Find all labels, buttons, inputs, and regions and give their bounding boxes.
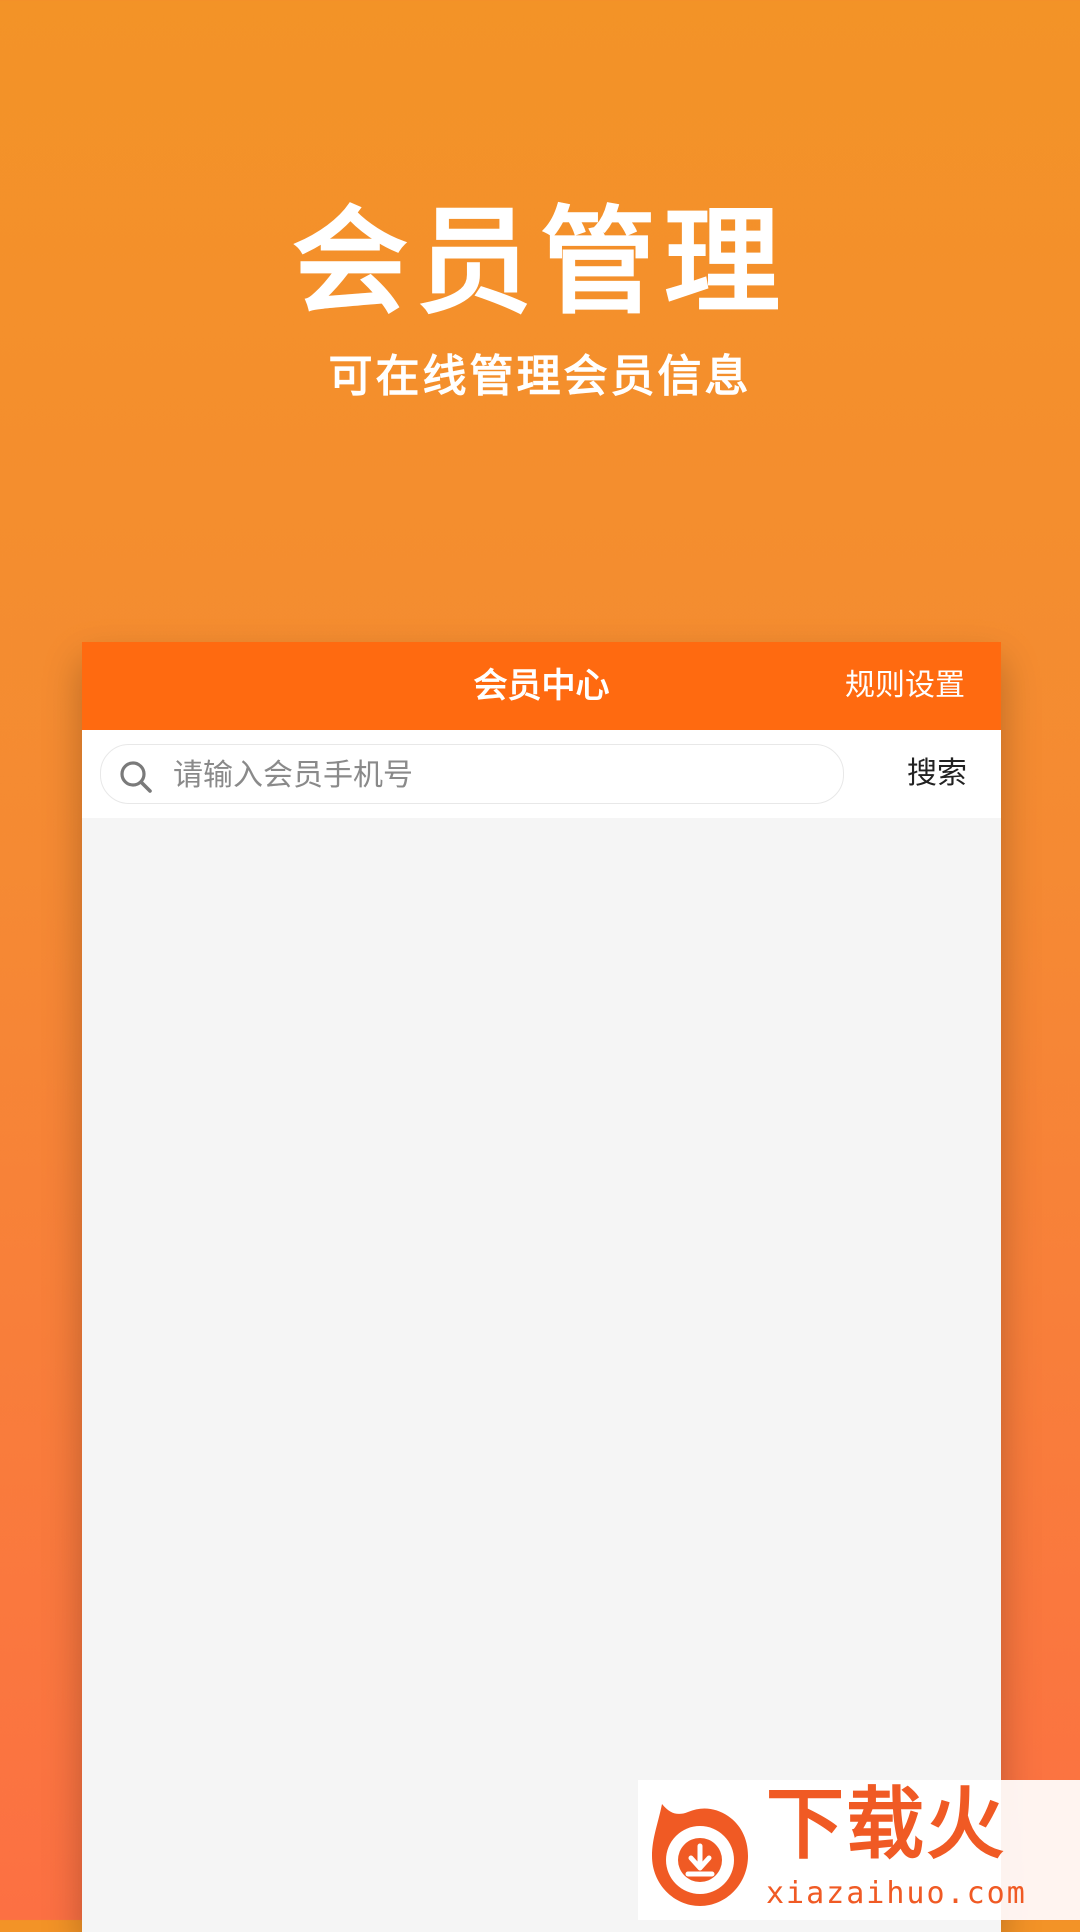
download-flame-logo-icon [652, 1804, 748, 1906]
promo-headline: 会员管理 [292, 195, 788, 330]
search-bar: 搜索 [82, 730, 1001, 819]
watermark-brand: 下载火 [766, 1780, 1007, 1870]
top-app-bar: 会员中心 规则设置 [82, 642, 1001, 730]
member-list-area [82, 818, 1001, 1932]
member-phone-search-input[interactable] [171, 745, 825, 805]
search-button[interactable]: 搜索 [907, 730, 967, 818]
watermark-url: xiazaihuo.com [766, 1876, 1027, 1911]
search-box[interactable] [100, 744, 844, 805]
rules-settings-link[interactable]: 规则设置 [845, 642, 965, 730]
promo-subheadline: 可在线管理会员信息 [328, 351, 752, 402]
watermark: 下载火 xiazaihuo.com [638, 1780, 1080, 1920]
app-screen: 会员中心 规则设置 搜索 [82, 642, 1001, 1932]
search-icon [120, 761, 152, 793]
